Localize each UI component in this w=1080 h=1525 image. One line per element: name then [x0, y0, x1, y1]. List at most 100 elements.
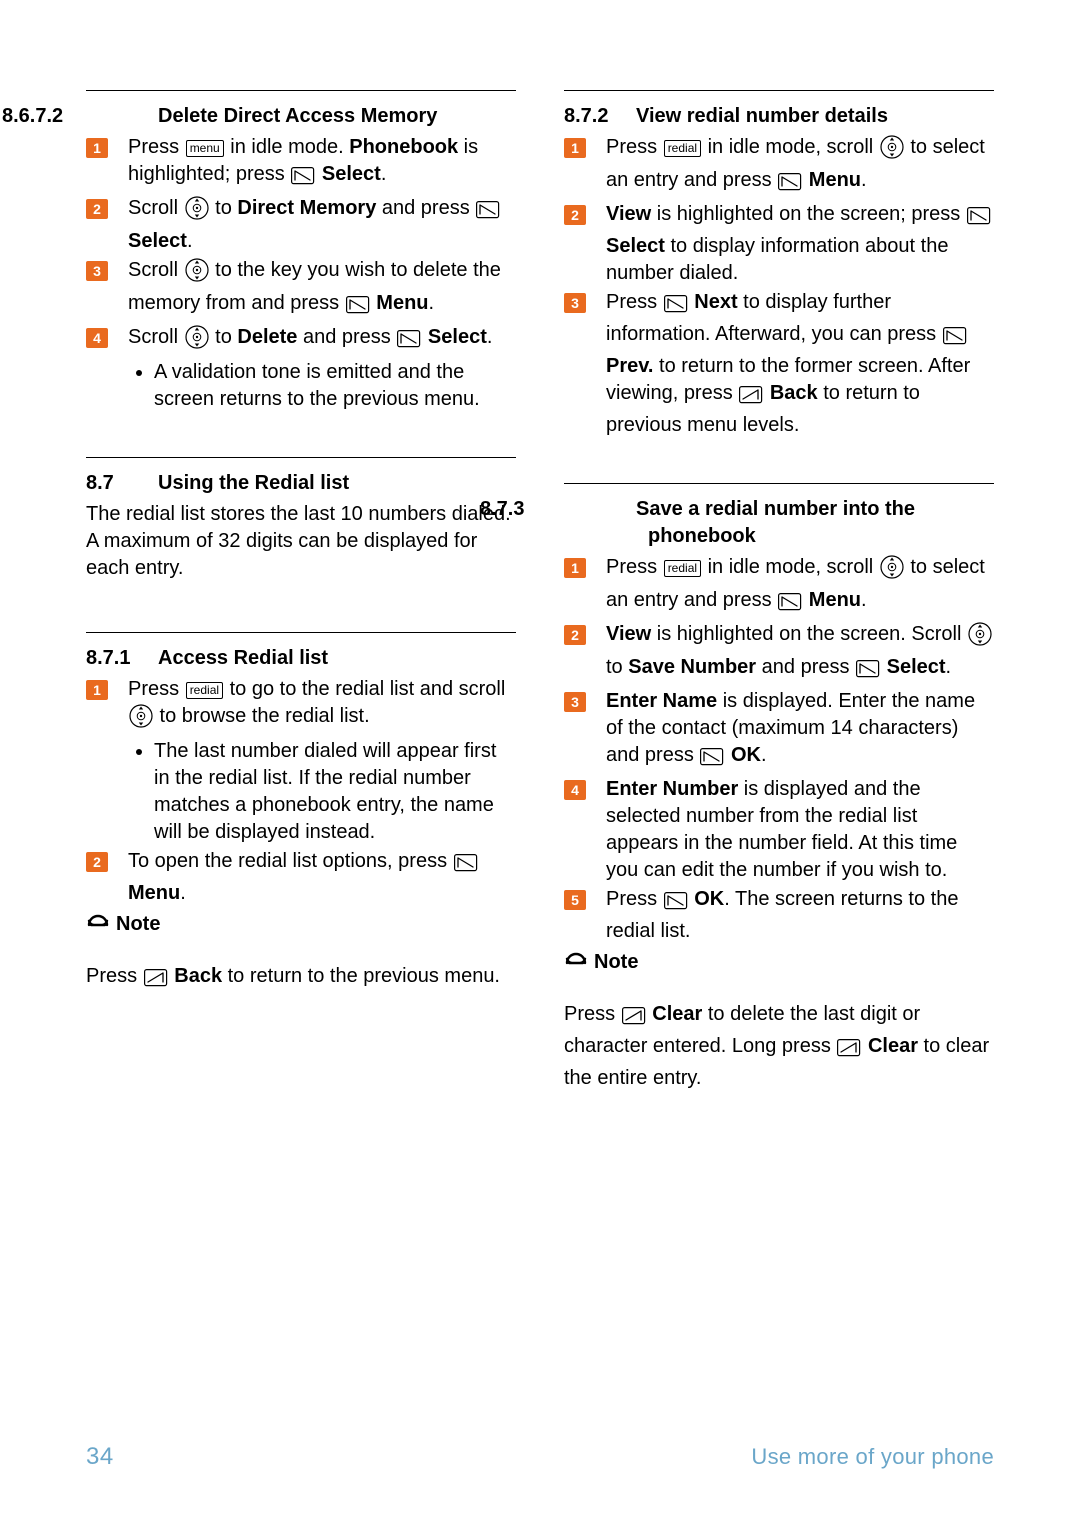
- soft-right-icon: [622, 1006, 646, 1033]
- step-number-icon: 5: [564, 890, 586, 910]
- heading-title: Save a redial number into the phonebook: [636, 498, 915, 547]
- left-column: 8.6.7.2Delete Direct Access Memory 1 Pre…: [86, 90, 516, 1124]
- soft-left-icon: [778, 172, 802, 199]
- heading-number: 8.7.2: [564, 103, 636, 130]
- menu-key-icon: menu: [186, 140, 224, 157]
- step-number-icon: 3: [86, 261, 108, 281]
- step-text: Press redial to go to the redial list an…: [128, 678, 505, 727]
- step: 2 View is highlighted on the screen. Scr…: [564, 621, 994, 686]
- soft-right-icon: [739, 385, 763, 412]
- soft-left-icon: [700, 747, 724, 774]
- section-8-7-2: 8.7.2View redial number details 1 Press …: [564, 103, 994, 465]
- heading: 8.7.1Access Redial list: [86, 645, 516, 672]
- soft-left-icon: [943, 326, 967, 353]
- note-text: Press Clear to delete the last digit or …: [564, 1001, 994, 1092]
- step: 5 Press OK. The screen returns to the re…: [564, 886, 994, 945]
- soft-left-icon: [291, 166, 315, 193]
- note-text: Press Back to return to the previous men…: [86, 963, 516, 995]
- step-text: Scroll to Delete and press Select.: [128, 326, 492, 348]
- step: 3 Scroll to the key you wish to delete t…: [86, 257, 516, 322]
- step: 2 To open the redial list options, press…: [86, 848, 516, 907]
- step-number-icon: 2: [564, 625, 586, 645]
- right-column: 8.7.2View redial number details 1 Press …: [564, 90, 994, 1124]
- step-number-icon: 2: [86, 199, 108, 219]
- section-8-7-1: 8.7.1Access Redial list 1 Press redial t…: [86, 645, 516, 1027]
- step-number-icon: 1: [86, 138, 108, 158]
- soft-right-icon: [837, 1038, 861, 1065]
- sub-bullet: A validation tone is emitted and the scr…: [154, 359, 516, 413]
- nav-pad-icon: [185, 196, 209, 228]
- heading: 8.7Using the Redial list: [86, 470, 516, 497]
- step: 1 Press redial in idle mode, scroll to s…: [564, 554, 994, 619]
- soft-left-icon: [967, 206, 991, 233]
- section-rule: [564, 483, 994, 484]
- step: 1 Press redial in idle mode, scroll to s…: [564, 134, 994, 199]
- step-text: Enter Number is displayed and the select…: [606, 778, 957, 881]
- step: 2 Scroll to Direct Memory and press Sele…: [86, 195, 516, 255]
- nav-pad-icon: [968, 622, 992, 654]
- nav-pad-icon: [185, 258, 209, 290]
- soft-left-icon: [454, 853, 478, 880]
- manual-page: 8.6.7.2Delete Direct Access Memory 1 Pre…: [0, 0, 1080, 1525]
- soft-left-icon: [778, 592, 802, 619]
- section-8-7-3: 8.7.3Save a redial number into the phone…: [564, 496, 994, 1124]
- section-rule: [86, 632, 516, 633]
- step-number-icon: 1: [86, 680, 108, 700]
- soft-left-icon: [856, 659, 880, 686]
- step-text: Press menu in idle mode. Phonebook is hi…: [128, 136, 478, 185]
- nav-pad-icon: [129, 704, 153, 736]
- step-text: Press redial in idle mode, scroll to sel…: [606, 136, 985, 191]
- step: 2 View is highlighted on the screen; pre…: [564, 201, 994, 287]
- section-rule: [86, 90, 516, 91]
- soft-left-icon: [664, 294, 688, 321]
- step-text: Scroll to Direct Memory and press Select…: [128, 197, 501, 252]
- step-number-icon: 3: [564, 293, 586, 313]
- note-heading: Note: [564, 949, 994, 981]
- nav-pad-icon: [880, 555, 904, 587]
- page-number: 34: [86, 1441, 114, 1473]
- soft-left-icon: [346, 295, 370, 322]
- redial-key-icon: redial: [664, 560, 701, 577]
- soft-right-icon: [144, 968, 168, 995]
- soft-left-icon: [476, 200, 500, 227]
- step-text: View is highlighted on the screen; press…: [606, 203, 992, 284]
- nav-pad-icon: [880, 135, 904, 167]
- step-number-icon: 2: [86, 852, 108, 872]
- heading-title: Access Redial list: [158, 647, 328, 669]
- footer-title: Use more of your phone: [751, 1442, 994, 1472]
- step: 1 Press menu in idle mode. Phonebook is …: [86, 134, 516, 193]
- heading-number: 8.7: [86, 470, 158, 497]
- columns: 8.6.7.2Delete Direct Access Memory 1 Pre…: [86, 90, 994, 1124]
- step: 4 Enter Number is displayed and the sele…: [564, 776, 994, 884]
- step: 3 Press Next to display further informat…: [564, 289, 994, 439]
- step: 1 Press redial to go to the redial list …: [86, 676, 516, 846]
- sub-bullet: The last number dialed will appear first…: [154, 738, 516, 846]
- step-text: To open the redial list options, press M…: [128, 850, 479, 904]
- note-icon: [564, 951, 588, 981]
- heading-title: View redial number details: [636, 105, 888, 127]
- heading: 8.6.7.2Delete Direct Access Memory: [86, 103, 516, 130]
- heading: 8.7.3Save a redial number into the phone…: [564, 496, 994, 550]
- heading-number: 8.7.1: [86, 645, 158, 672]
- step-number-icon: 4: [564, 780, 586, 800]
- step-text: Scroll to the key you wish to delete the…: [128, 259, 501, 314]
- step-number-icon: 1: [564, 138, 586, 158]
- section-rule: [564, 90, 994, 91]
- note-icon: [86, 913, 110, 943]
- step-text: View is highlighted on the screen. Scrol…: [606, 623, 993, 678]
- step: 3 Enter Name is displayed. Enter the nam…: [564, 688, 994, 774]
- section-rule: [86, 457, 516, 458]
- section-8-7: 8.7Using the Redial list The redial list…: [86, 470, 516, 614]
- soft-left-icon: [664, 891, 688, 918]
- step-text: Enter Name is displayed. Enter the name …: [606, 690, 975, 766]
- step-text: Press Next to display further informatio…: [606, 291, 970, 436]
- redial-key-icon: redial: [664, 140, 701, 157]
- step-text: Press redial in idle mode, scroll to sel…: [606, 556, 985, 611]
- nav-pad-icon: [185, 325, 209, 357]
- soft-left-icon: [397, 329, 421, 356]
- intro-text: The redial list stores the last 10 numbe…: [86, 501, 516, 582]
- heading-number: 8.6.7.2: [86, 103, 158, 130]
- step: 4 Scroll to Delete and press Select. A v…: [86, 324, 516, 413]
- heading: 8.7.2View redial number details: [564, 103, 994, 130]
- note-heading: Note: [86, 911, 516, 943]
